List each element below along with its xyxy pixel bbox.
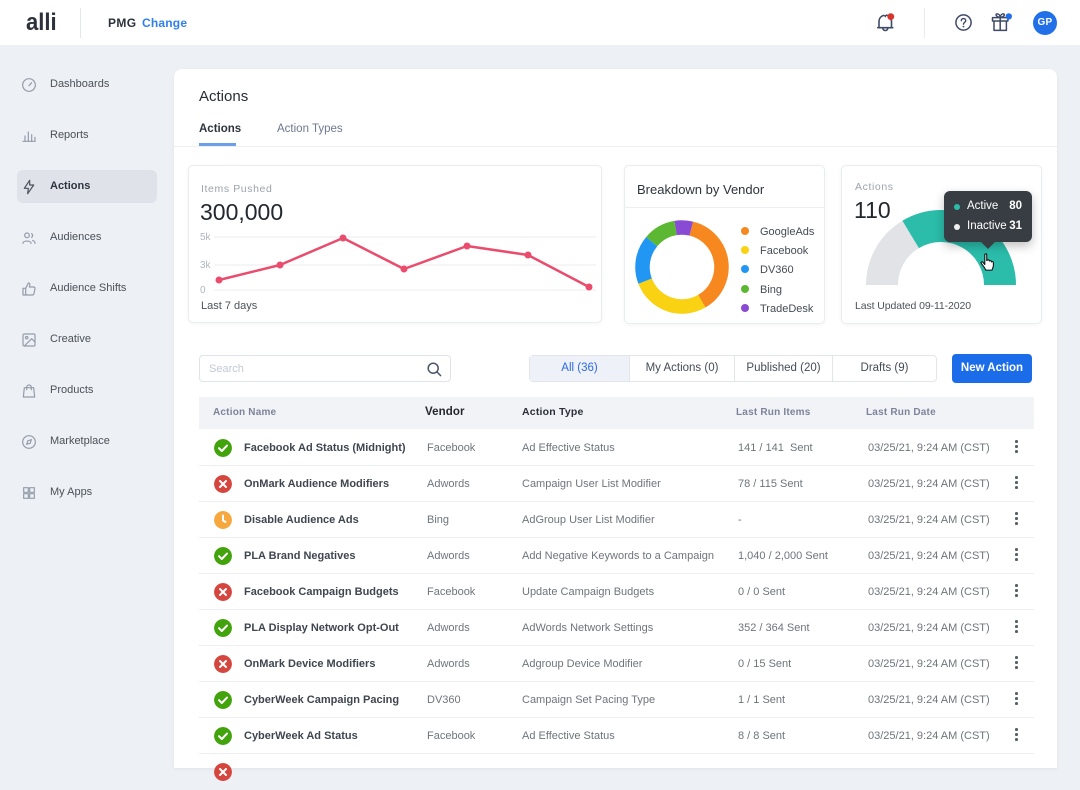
svg-text:0: 0: [200, 285, 206, 296]
svg-text:5k: 5k: [200, 232, 212, 243]
svg-text:3k: 3k: [200, 260, 212, 271]
